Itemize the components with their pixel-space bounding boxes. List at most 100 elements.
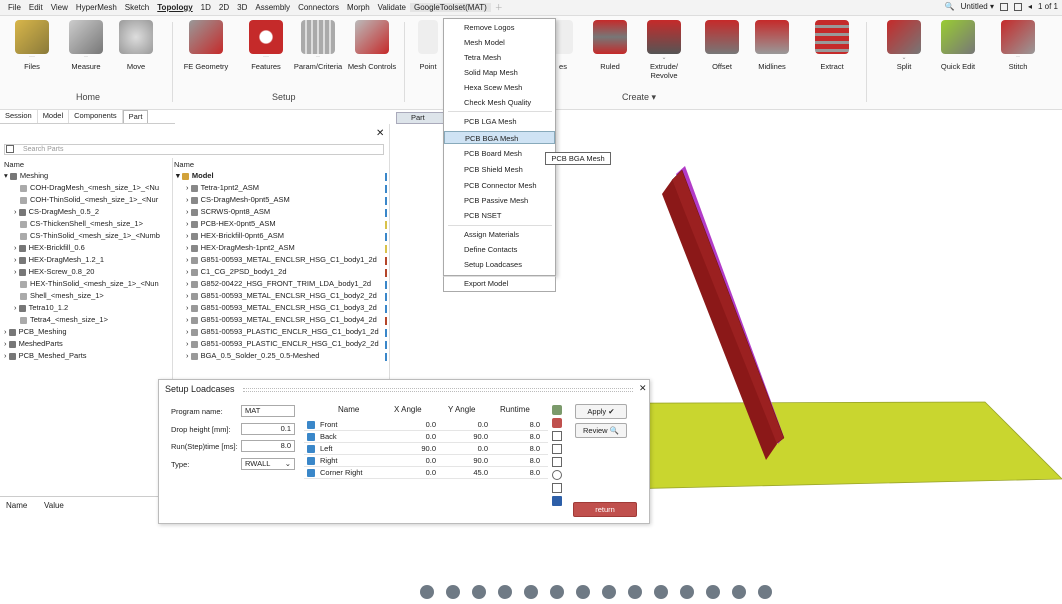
paste-row-icon[interactable] — [552, 444, 562, 454]
pan-icon[interactable] — [472, 585, 486, 599]
point-tool[interactable]: Point — [408, 20, 448, 71]
refresh-icon[interactable] — [552, 470, 562, 480]
tree-item[interactable]: › Tetra-1pnt2_ASM — [186, 182, 259, 193]
tree-item[interactable]: › HEX-Brickfill_0.6 — [14, 242, 85, 253]
apply-button[interactable]: Apply ✔ — [575, 404, 627, 419]
menu-item-tetra-mesh[interactable]: Tetra Mesh — [444, 51, 555, 64]
add-tab-icon[interactable]: ＋ — [491, 2, 507, 13]
menu-sketch[interactable]: Sketch — [121, 3, 153, 12]
dialog-drag-handle[interactable] — [243, 388, 633, 392]
tree-item[interactable]: › PCB-HEX-0pnt5_ASM — [186, 218, 276, 229]
menu-item-setup-loadcases[interactable]: Setup Loadcases — [444, 258, 555, 271]
tree-item[interactable]: COH-ThinSolid_<mesh_size_1>_<Nur — [20, 194, 158, 205]
review-button[interactable]: Review 🔍 — [575, 423, 627, 438]
tree-item[interactable]: › MeshedParts — [4, 338, 63, 349]
light-icon[interactable] — [732, 585, 746, 599]
page-icon[interactable] — [1013, 2, 1022, 11]
close-icon[interactable]: ✕ — [376, 128, 384, 139]
table-row[interactable]: Right 0.0 90.0 8.0 — [304, 455, 548, 467]
viewport-tab-part[interactable]: Part — [396, 112, 446, 124]
row-checkbox[interactable] — [307, 421, 315, 429]
menu-hypermesh[interactable]: HyperMesh — [72, 3, 121, 12]
features-tool[interactable]: ··· Features — [238, 20, 294, 71]
tree-item[interactable]: › C1_CG_2PSD_body1_2d — [186, 266, 287, 277]
menu-item-pcb-bga-mesh[interactable]: PCB BGA Mesh — [444, 131, 555, 144]
tab-components[interactable]: Components — [69, 110, 123, 123]
type-select[interactable]: RWALL ⌄ — [241, 458, 295, 470]
menu-item-define-contacts[interactable]: Define Contacts — [444, 243, 555, 256]
lock-icon[interactable] — [758, 585, 772, 599]
menu-view[interactable]: View — [47, 3, 72, 12]
page-back-icon[interactable]: ◂ — [1028, 2, 1032, 11]
tab-session[interactable]: Session — [0, 110, 38, 123]
tree-item[interactable]: › PCB_Meshed_Parts — [4, 350, 87, 361]
menu-edit[interactable]: Edit — [25, 3, 47, 12]
tree-item[interactable]: › Tetra10_1.2 — [14, 302, 68, 313]
dialog-close-icon[interactable]: ✕ — [639, 383, 647, 394]
shading-icon[interactable] — [628, 585, 642, 599]
section-icon[interactable] — [576, 585, 590, 599]
tree-item[interactable]: › PCB_Meshing — [4, 326, 67, 337]
copy-row-icon[interactable] — [552, 431, 562, 441]
zoom-icon[interactable] — [524, 585, 538, 599]
tab-model[interactable]: Model — [38, 110, 70, 123]
tab-part[interactable]: Part — [122, 110, 149, 123]
tree-item[interactable]: CS-ThickenShell_<mesh_size_1> — [20, 218, 143, 229]
run-time-input[interactable]: 8.0 — [241, 440, 295, 452]
menu-item-export-model[interactable]: Export Model — [443, 276, 556, 292]
ruled-tool[interactable]: Ruled — [582, 20, 638, 71]
files-tool[interactable]: ··· Files — [4, 20, 60, 71]
stitch-tool[interactable]: ·· Stitch — [990, 20, 1046, 71]
tree-item-model[interactable]: ▾ Model — [176, 170, 214, 181]
tree-item[interactable]: › G851-00593_PLASTIC_ENCLR_HSG_C1_body1_… — [186, 326, 379, 337]
menu-item-pcb-nset[interactable]: PCB NSET — [444, 209, 555, 222]
tree-item[interactable]: › HEX-DragMesh-1pnt2_ASM — [186, 242, 295, 253]
menu-validate[interactable]: Validate — [374, 3, 410, 12]
row-checkbox[interactable] — [307, 445, 315, 453]
axis-icon[interactable] — [680, 585, 694, 599]
row-checkbox[interactable] — [307, 433, 315, 441]
measure-tool[interactable]: ·· Measure — [58, 20, 114, 71]
tree-item[interactable]: › BGA_0.5_Solder_0.25_0.5-Meshed — [186, 350, 319, 361]
tree-item[interactable]: › HEX-DragMesh_1.2_1 — [14, 254, 104, 265]
window-icon[interactable] — [999, 2, 1008, 11]
menu-item-remove-logos[interactable]: Remove Logos — [444, 21, 555, 34]
tree-item[interactable]: › G852-00422_HSG_FRONT_TRIM_LDA_body1_2d — [186, 278, 371, 289]
menu-item-pcb-shield-mesh[interactable]: PCB Shield Mesh — [444, 163, 555, 176]
add-row-icon[interactable] — [552, 405, 562, 415]
tree-item[interactable]: HEX-ThinSolid_<mesh_size_1>_<Nun — [20, 278, 159, 289]
search-parts-input[interactable]: Search Parts — [4, 144, 384, 155]
menu-googletoolset[interactable]: GoogleToolset(MAT) — [410, 3, 491, 12]
iso-view-icon[interactable] — [550, 585, 564, 599]
search-icon[interactable]: 🔍 — [945, 2, 955, 11]
table-row[interactable]: Corner Right 0.0 45.0 8.0 — [304, 467, 548, 479]
menu-item-assign-materials[interactable]: Assign Materials — [444, 228, 555, 241]
menu-item-check-mesh-quality[interactable]: Check Mesh Quality — [444, 96, 555, 109]
menu-topology[interactable]: Topology — [153, 3, 196, 12]
menu-2d[interactable]: 2D — [215, 3, 233, 12]
row-checkbox[interactable] — [307, 469, 315, 477]
export-icon[interactable] — [552, 483, 562, 493]
import-icon[interactable] — [552, 457, 562, 467]
tree-item[interactable]: › HEX-Screw_0.8_20 — [14, 266, 94, 277]
magnify-icon[interactable] — [706, 585, 720, 599]
menu-1d[interactable]: 1D — [197, 3, 215, 12]
tree-item[interactable]: Tetra4_<mesh_size_1> — [20, 314, 108, 325]
tree-item[interactable]: CS-ThinSolid_<mesh_size_1>_<Numb — [20, 230, 160, 241]
tree-item[interactable]: › SCRWS-0pnt8_ASM — [186, 206, 270, 217]
menu-file[interactable]: File — [4, 3, 25, 12]
tree-item[interactable]: › HEX-Brickfill-0pnt6_ASM — [186, 230, 284, 241]
tree-item[interactable]: › G851-00593_METAL_ENCLSR_HSG_C1_body1_2… — [186, 254, 377, 265]
row-checkbox[interactable] — [307, 457, 315, 465]
rotate-icon[interactable] — [420, 585, 434, 599]
menu-item-pcb-lga-mesh[interactable]: PCB LGA Mesh — [444, 115, 555, 128]
midlines-tool[interactable]: Midlines — [744, 20, 800, 71]
menu-connectors[interactable]: Connectors — [294, 3, 343, 12]
split-tool[interactable]: ⌄ Split — [876, 20, 932, 71]
fe-geometry-tool[interactable]: FE Geometry — [178, 20, 234, 71]
display-icon[interactable] — [602, 585, 616, 599]
tree-item[interactable]: COH-DragMesh_<mesh_size_1>_<Nu — [20, 182, 159, 193]
tree-item[interactable]: › G851-00593_PLASTIC_ENCLR_HSG_C1_body2_… — [186, 338, 379, 349]
tree-item[interactable]: › G851-00593_METAL_ENCLSR_HSG_C1_body3_2… — [186, 302, 377, 313]
menu-item-pcb-board-mesh[interactable]: PCB Board Mesh — [444, 147, 555, 160]
